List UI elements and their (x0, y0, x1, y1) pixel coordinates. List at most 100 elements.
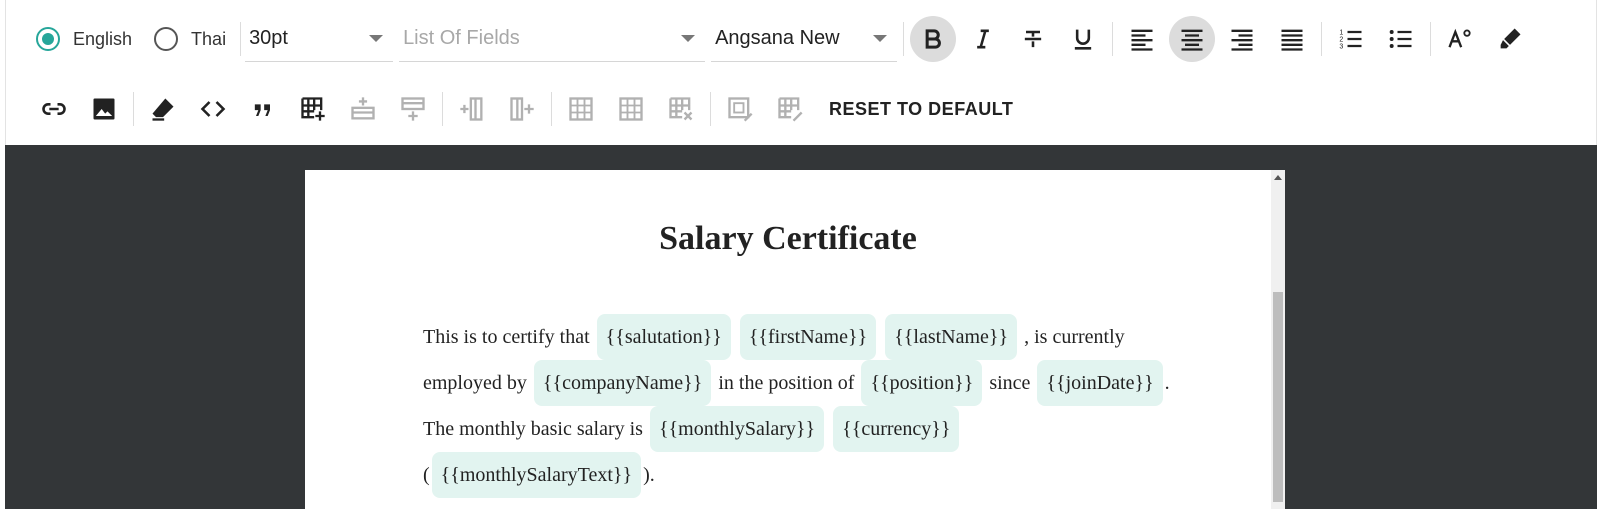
svg-text:1: 1 (1339, 29, 1343, 36)
column-insert-right-icon (510, 97, 534, 121)
editor-frame: English Thai 30pt List Of Fields Angsana… (0, 0, 1602, 509)
toolbar-divider (442, 92, 443, 126)
clear-format-button[interactable] (140, 86, 186, 132)
body-line: employed by {{companyName}} in the posit… (423, 360, 1183, 406)
font-family-select[interactable]: Angsana New (711, 16, 898, 62)
italic-button[interactable] (960, 16, 1006, 62)
editor-toolbar: English Thai 30pt List Of Fields Angsana… (5, 0, 1597, 145)
ordered-list-icon: 123 (1339, 29, 1362, 50)
field-chip-monthly-salary-text[interactable]: {{monthlySalaryText}} (431, 452, 642, 498)
align-justify-button[interactable] (1269, 16, 1315, 62)
toolbar-divider (133, 92, 134, 126)
field-chip-join-date[interactable]: {{joinDate}} (1037, 360, 1163, 406)
field-chip-salutation[interactable]: {{salutation}} (596, 314, 731, 360)
highlight-button[interactable] (1487, 16, 1533, 62)
toolbar-row-insert: RESET TO DEFAULT (6, 84, 1013, 134)
radio-label-english: English (73, 28, 133, 49)
chevron-down-icon (873, 35, 888, 42)
text-color-icon (1448, 28, 1471, 48)
field-chip-company-name[interactable]: {{companyName}} (533, 360, 712, 406)
insert-row-above-button[interactable] (340, 86, 386, 132)
image-icon (93, 98, 115, 120)
field-chip-currency[interactable]: {{currency}} (833, 406, 960, 452)
table-delete-icon (669, 97, 693, 121)
chevron-down-icon (681, 35, 696, 42)
language-radio-thai[interactable]: Thai (154, 27, 226, 51)
align-right-icon (1231, 29, 1253, 51)
table-edit-icon (778, 97, 803, 122)
toolbar-divider (1430, 22, 1432, 56)
radio-label-thai: Thai (191, 28, 227, 49)
row-insert-above-icon (351, 97, 375, 120)
scrollbar-thumb[interactable] (1273, 292, 1283, 502)
radio-unchecked-icon (154, 27, 179, 51)
body-line: ({{monthlySalaryText}}). (423, 452, 1183, 498)
body-text: The monthly basic salary is (423, 418, 643, 440)
document-title: Salary Certificate (659, 220, 917, 257)
toolbar-divider (240, 22, 242, 56)
document-body[interactable]: This is to certify that {{salutation}} {… (423, 314, 1183, 498)
body-text: in the position of (718, 372, 855, 394)
code-view-button[interactable] (190, 86, 236, 132)
bold-button[interactable] (910, 16, 957, 62)
italic-icon (977, 29, 989, 49)
eraser-icon (152, 98, 174, 121)
bullet-list-button[interactable] (1378, 16, 1424, 62)
cell-properties-button[interactable] (717, 86, 763, 132)
body-text: ( (423, 464, 430, 486)
text-color-button[interactable] (1437, 16, 1483, 62)
bold-icon (925, 29, 941, 49)
field-chip-last-name[interactable]: {{lastName}} (885, 314, 1018, 360)
code-icon (200, 101, 226, 117)
insert-row-below-button[interactable] (390, 86, 436, 132)
blockquote-button[interactable] (240, 86, 286, 132)
underline-button[interactable] (1060, 16, 1106, 62)
document-scrollbar[interactable] (1271, 170, 1285, 509)
bullet-list-icon (1389, 30, 1412, 48)
font-size-select[interactable]: 30pt (245, 16, 394, 62)
toolbar-divider (1321, 22, 1323, 56)
align-right-button[interactable] (1219, 16, 1265, 62)
toolbar-divider (551, 92, 552, 126)
body-line: This is to certify that {{salutation}} {… (423, 314, 1183, 360)
insert-link-button[interactable] (31, 86, 77, 132)
align-center-icon (1181, 29, 1203, 51)
svg-text:3: 3 (1339, 43, 1343, 50)
delete-row-button[interactable] (608, 86, 654, 132)
highlighter-icon (1500, 28, 1521, 49)
document-page[interactable]: Salary Certificate This is to certify th… (305, 170, 1285, 509)
ordered-list-button[interactable]: 123 (1328, 16, 1374, 62)
toolbar-divider (903, 22, 905, 56)
toolbar-divider (1112, 22, 1114, 56)
align-left-button[interactable] (1119, 16, 1165, 62)
link-icon (42, 103, 66, 115)
strikethrough-button[interactable] (1010, 16, 1056, 62)
field-chip-monthly-salary[interactable]: {{monthlySalary}} (649, 406, 825, 452)
row-delete-icon (619, 97, 643, 121)
field-chip-first-name[interactable]: {{firstName}} (739, 314, 877, 360)
toolbar-divider (710, 92, 711, 126)
insert-table-button[interactable] (290, 86, 336, 132)
field-chip-position[interactable]: {{position}} (861, 360, 983, 406)
body-text: since (989, 372, 1031, 394)
reset-to-default-button[interactable]: RESET TO DEFAULT (829, 99, 1013, 120)
column-insert-left-icon (460, 97, 483, 121)
body-text: employed by (423, 372, 527, 394)
align-justify-icon (1281, 29, 1303, 51)
align-center-button[interactable] (1169, 16, 1216, 62)
insert-column-right-button[interactable] (499, 86, 545, 132)
delete-table-button[interactable] (658, 86, 704, 132)
font-family-value: Angsana New (715, 27, 840, 49)
body-text: ). (643, 464, 655, 486)
scroll-up-icon[interactable] (1274, 175, 1282, 180)
table-properties-button[interactable] (767, 86, 813, 132)
delete-column-button[interactable] (558, 86, 604, 132)
list-of-fields-select[interactable]: List Of Fields (399, 16, 706, 62)
body-text: , is currently (1024, 326, 1125, 348)
insert-image-button[interactable] (81, 86, 127, 132)
language-radio-english[interactable]: English (36, 27, 132, 51)
column-delete-icon (569, 97, 593, 121)
body-line: The monthly basic salary is {{monthlySal… (423, 406, 1183, 452)
list-of-fields-placeholder: List Of Fields (403, 27, 520, 49)
insert-column-left-button[interactable] (449, 86, 495, 132)
